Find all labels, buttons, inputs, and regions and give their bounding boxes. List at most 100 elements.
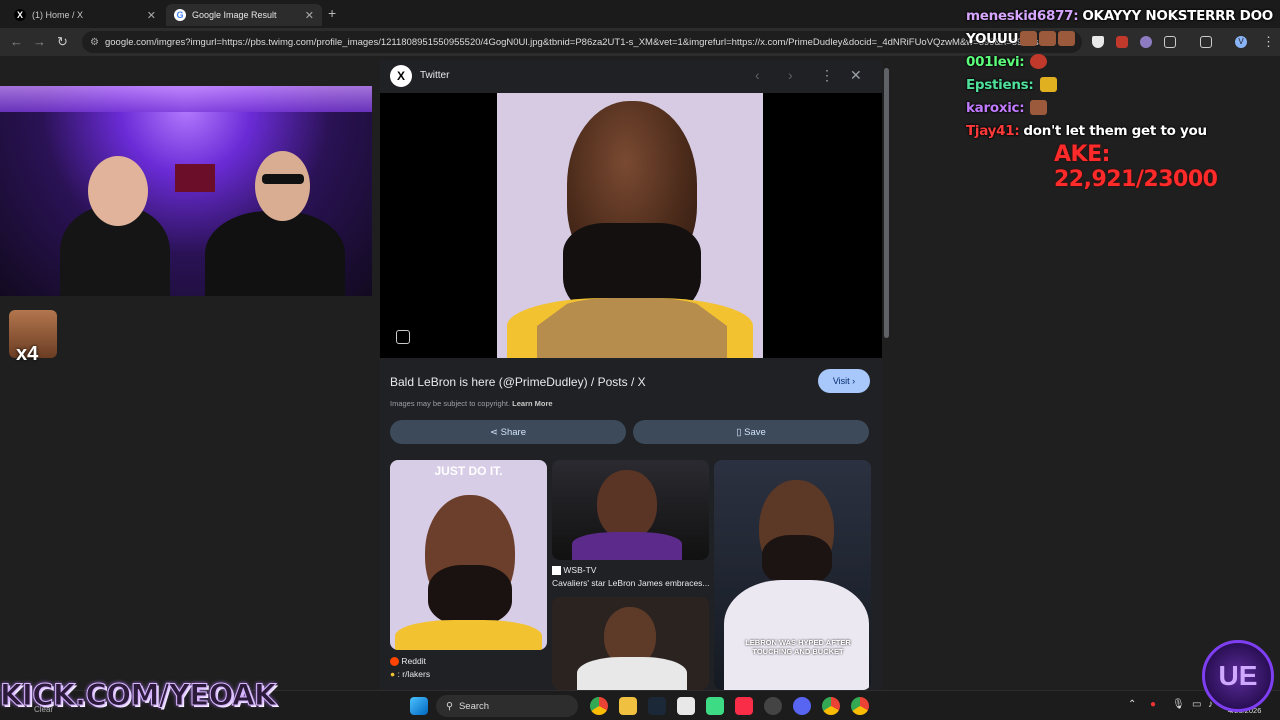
chat-username: karoxic: xyxy=(966,99,1025,116)
windows-start-icon[interactable] xyxy=(410,697,428,715)
save-label: Save xyxy=(744,426,766,438)
network-icon[interactable]: ▭ xyxy=(1192,699,1201,710)
face-shape xyxy=(597,470,657,540)
google-lens-icon[interactable] xyxy=(396,330,410,344)
copyright-notice: Images may be subject to copyright. Lear… xyxy=(390,399,553,408)
source-label: WSB-TV xyxy=(563,565,597,575)
steam-icon[interactable] xyxy=(648,697,666,715)
previous-chevron-icon[interactable]: ‹ xyxy=(755,67,760,83)
jersey-trim xyxy=(537,298,727,358)
discord-icon[interactable] xyxy=(793,697,811,715)
stream-chat: meneskid6877: OKAYYY NOKSTERRR DOO YOUUU… xyxy=(966,4,1278,142)
chat-username: Epstiens: xyxy=(966,76,1034,93)
ad-slogan: JUST DO IT. xyxy=(434,464,503,478)
forward-arrow-icon[interactable]: → xyxy=(33,34,46,49)
visit-button[interactable]: Visit › xyxy=(818,369,870,393)
video-overlay-text: LEBRON WAS HYPED AFTER TOUCHING AND BUCK… xyxy=(745,638,851,656)
close-tab-icon[interactable]: ✕ xyxy=(305,9,314,22)
app-icon[interactable] xyxy=(706,697,724,715)
app-icon[interactable] xyxy=(677,697,695,715)
file-explorer-icon[interactable] xyxy=(619,697,637,715)
tab-google-image-result[interactable]: G Google Image Result ✕ xyxy=(166,4,322,26)
bookmark-icon: ▯ xyxy=(736,426,745,438)
chat-message: karoxic: xyxy=(966,96,1278,119)
related-image-5[interactable]: LEBRON WAS HYPED AFTER TOUCHING AND BUCK… xyxy=(714,460,871,690)
x-logo-icon: X xyxy=(14,9,26,21)
panel-header: X Twitter ‹ › ⋮ ✕ xyxy=(380,60,882,92)
visit-label: Visit xyxy=(832,376,850,386)
emote-icon xyxy=(1039,31,1057,46)
related-image-wsbtv[interactable] xyxy=(552,460,709,560)
search-icon: ⚲ xyxy=(446,700,453,712)
chat-text: don't let them get to you xyxy=(1023,122,1207,139)
streamer-left-face xyxy=(88,156,148,226)
chrome-icon[interactable] xyxy=(851,697,869,715)
learn-more-link[interactable]: Learn More xyxy=(512,399,552,408)
subreddit-icon: ● xyxy=(390,669,396,679)
streamer-right xyxy=(205,211,345,296)
chat-message: Tjay41: don't let them get to you xyxy=(966,119,1278,142)
panel-scrollbar[interactable] xyxy=(882,60,890,690)
site-info-icon[interactable]: ⚙ xyxy=(90,37,99,48)
share-label: Share xyxy=(500,426,526,438)
streamer-right-face xyxy=(255,151,310,221)
wsbtv-caption[interactable]: Cavaliers' star LeBron James embraces... xyxy=(552,578,710,588)
tab-label: Google Image Result xyxy=(192,10,277,20)
jersey-shape xyxy=(395,620,542,650)
x-logo-icon[interactable]: X xyxy=(390,65,412,87)
jersey-shape xyxy=(572,532,682,560)
main-image[interactable] xyxy=(497,93,763,358)
chat-username: 001levi: xyxy=(966,53,1025,70)
related-image-reddit[interactable]: JUST DO IT. xyxy=(390,460,547,650)
image-preview[interactable] xyxy=(380,93,882,358)
wsbtv-source[interactable]: WSB-TV xyxy=(552,565,597,576)
address-bar[interactable]: ⚙ google.com/imgres?imgurl=https://pbs.t… xyxy=(82,31,1082,53)
emote-icon xyxy=(1058,31,1076,46)
obs-icon[interactable] xyxy=(764,697,782,715)
chat-message: YOUUU xyxy=(966,27,1278,50)
close-tab-icon[interactable]: ✕ xyxy=(147,9,156,22)
scroll-thumb[interactable] xyxy=(884,68,889,338)
stream-logo: UE xyxy=(1202,640,1274,712)
chat-text: OKAYYY NOKSTERRR DOO xyxy=(1082,7,1273,24)
music-icon[interactable] xyxy=(735,697,753,715)
emote-icon xyxy=(1030,54,1048,69)
microphone-icon[interactable]: 🎙 xyxy=(1172,699,1185,710)
subreddit-caption[interactable]: ● : r/lakers xyxy=(390,669,430,679)
share-icon: ⋖ xyxy=(490,426,501,438)
next-chevron-icon[interactable]: › xyxy=(788,67,793,83)
emote-icon xyxy=(1020,31,1038,46)
tray-app-icon[interactable]: ● xyxy=(1150,699,1156,710)
emote-count: x4 xyxy=(16,343,39,365)
more-options-icon[interactable]: ⋮ xyxy=(820,67,834,84)
tab-x-home[interactable]: X (1) Home / X ✕ xyxy=(6,4,164,26)
close-icon[interactable]: ✕ xyxy=(850,67,862,84)
chat-message: Epstiens: xyxy=(966,73,1278,96)
shirt-shape xyxy=(577,657,687,690)
source-name[interactable]: Twitter xyxy=(420,70,449,81)
copyright-text: Images may be subject to copyright. xyxy=(390,399,511,408)
chrome-icon[interactable] xyxy=(590,697,608,715)
chat-username: Tjay41: xyxy=(966,122,1020,139)
subscriber-goal: AKE: 22,921/23000 xyxy=(1054,142,1218,192)
reddit-source[interactable]: Reddit xyxy=(390,656,426,667)
share-button[interactable]: ⋖ Share xyxy=(390,420,626,444)
back-arrow-icon[interactable]: ← xyxy=(10,34,23,49)
related-image-4[interactable] xyxy=(552,597,709,690)
google-logo-icon: G xyxy=(174,9,186,21)
save-button[interactable]: ▯ Save xyxy=(633,420,869,444)
new-tab-button[interactable]: + xyxy=(328,5,336,21)
image-viewer-panel: X Twitter ‹ › ⋮ ✕ Bald LeBron is here (@… xyxy=(380,60,882,690)
kick-channel-banner: KICK.COM/YEOAK xyxy=(0,678,277,713)
neon-sign xyxy=(175,164,215,192)
chrome-icon[interactable] xyxy=(822,697,840,715)
search-placeholder: Search xyxy=(458,700,490,712)
taskbar-search[interactable]: ⚲ Search xyxy=(436,695,578,717)
chat-text: YOUUU xyxy=(966,30,1019,47)
wsbtv-icon xyxy=(552,566,561,576)
chat-username: meneskid6877: xyxy=(966,7,1079,24)
caption-label: r/lakers xyxy=(402,669,431,679)
reload-icon[interactable]: ↻ xyxy=(57,34,68,50)
chevron-up-icon[interactable]: ⌃ xyxy=(1128,699,1136,710)
result-title[interactable]: Bald LeBron is here (@PrimeDudley) / Pos… xyxy=(390,375,646,389)
